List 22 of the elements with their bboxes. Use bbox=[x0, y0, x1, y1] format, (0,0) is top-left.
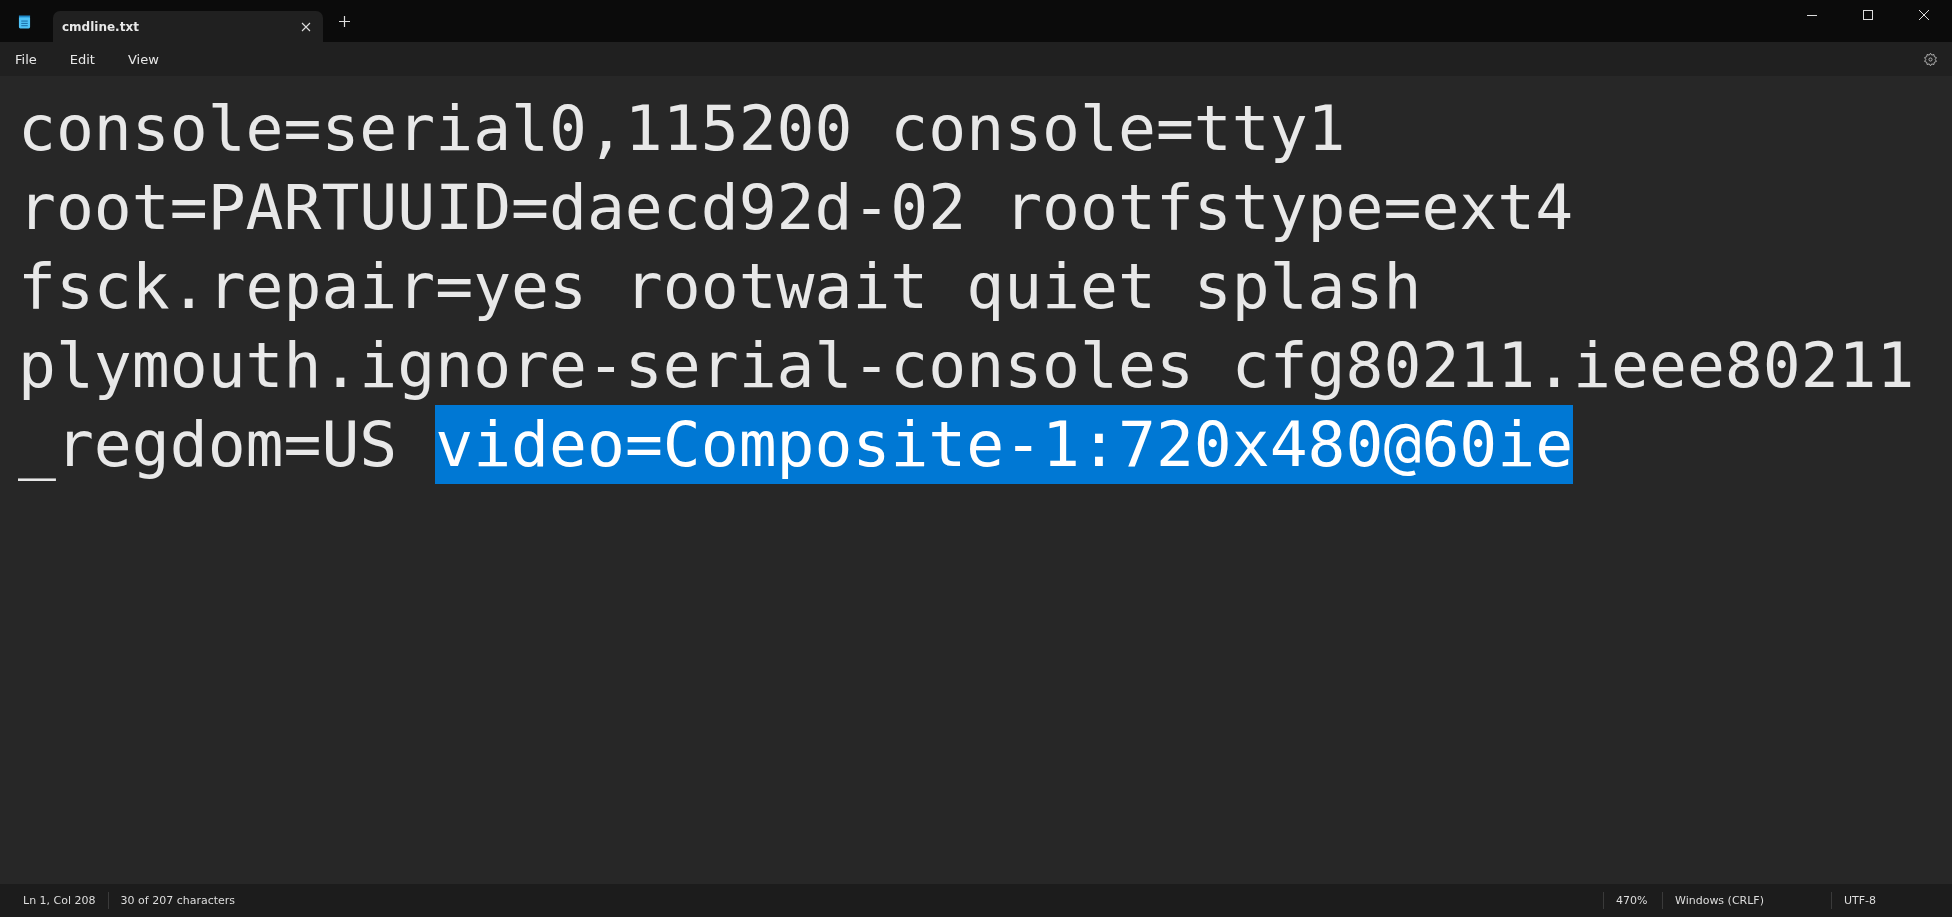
line-ending[interactable]: Windows (CRLF) bbox=[1663, 894, 1831, 907]
close-icon[interactable] bbox=[301, 21, 311, 32]
zoom-level[interactable]: 470% bbox=[1604, 894, 1662, 907]
tab-title: cmdline.txt bbox=[62, 19, 140, 34]
encoding[interactable]: UTF-8 bbox=[1832, 894, 1952, 907]
text-line: root=PARTUUID=daecd92d-02 rootfstype=ext4 bbox=[18, 170, 1574, 246]
notepad-icon bbox=[18, 14, 31, 30]
text-line: _regdom=US bbox=[18, 407, 399, 483]
cursor-position: Ln 1, Col 208 bbox=[22, 894, 97, 907]
close-icon[interactable] bbox=[1919, 10, 1929, 20]
maximize-icon[interactable] bbox=[1863, 10, 1873, 20]
menu-item[interactable]: Edit bbox=[61, 47, 103, 71]
selected-text: video=Composite-1:720x480@60ie bbox=[435, 405, 1574, 484]
character-count: 30 of 207 characters bbox=[119, 894, 237, 907]
text-line: console=serial0,115200 console=tty1 bbox=[18, 91, 1346, 167]
menu-item[interactable]: File bbox=[7, 47, 45, 71]
text-line: fsck.repair=yes rootwait quiet splash bbox=[18, 249, 1422, 325]
file-tab[interactable]: cmdline.txt bbox=[53, 11, 323, 42]
text-line: plymouth.ignore-serial-consoles cfg80211.ieee80211 bbox=[18, 328, 1915, 404]
add-icon[interactable] bbox=[339, 16, 350, 27]
menu-item[interactable]: View bbox=[119, 47, 167, 71]
settings-icon[interactable] bbox=[1923, 51, 1938, 67]
